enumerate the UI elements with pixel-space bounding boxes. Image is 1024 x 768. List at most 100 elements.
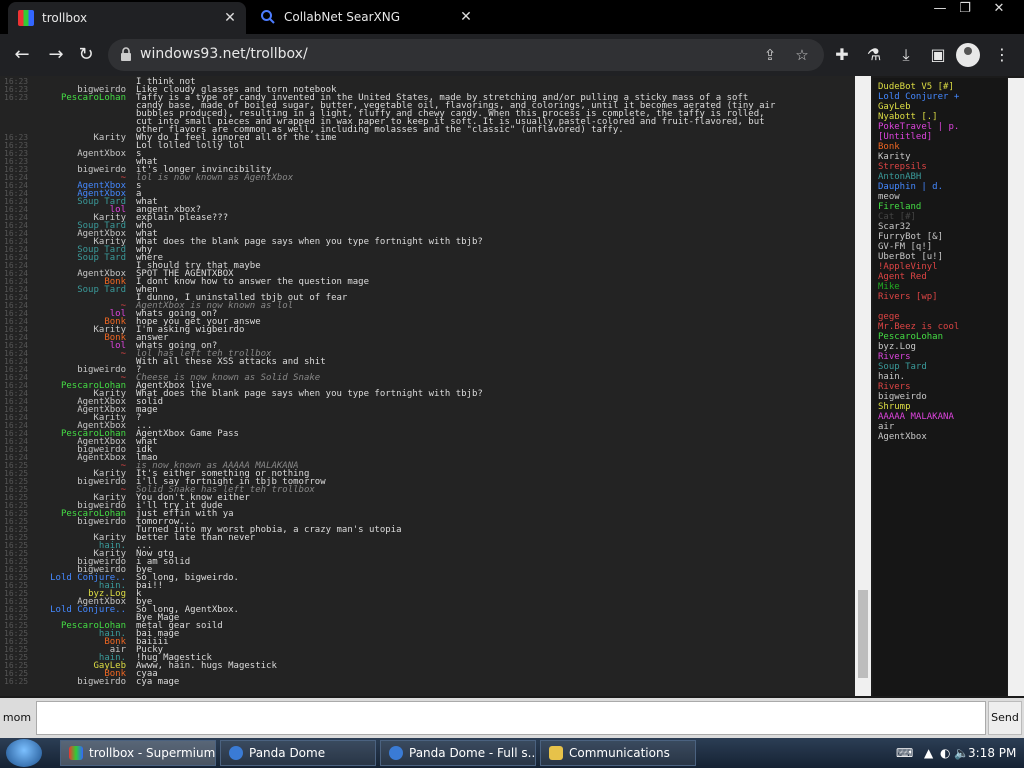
reload-icon[interactable]: ↻ [74, 43, 98, 67]
message-nick[interactable]: AgentXbox [77, 150, 126, 159]
menu-kebab-icon[interactable]: ⋮ [990, 43, 1014, 67]
user-list-item[interactable]: Scar32 [878, 222, 911, 232]
user-list-scrollbar[interactable] [1008, 78, 1024, 696]
user-list-item[interactable]: GV-FM [q!] [878, 242, 932, 252]
chat-message-row: 16:24 ~ lol has left teh trollbox [0, 350, 850, 359]
user-list-item[interactable]: air [878, 422, 894, 432]
user-list-item[interactable]: Nyabott [.] [878, 112, 938, 122]
message-text: better late than never [136, 533, 256, 543]
sidepanel-icon[interactable]: ▣ [926, 43, 950, 67]
message-input[interactable] [36, 701, 986, 735]
user-list-item[interactable]: AAAAA MALAKANA [878, 412, 954, 422]
tab-searxng[interactable]: CollabNet SearXNG ✕ [250, 0, 482, 34]
message-nick[interactable]: bigweirdo [77, 366, 126, 375]
restore-icon[interactable]: ❐ [950, 0, 980, 18]
user-list-item[interactable]: Rivers [878, 352, 911, 362]
chat-message-list[interactable]: 16:23 I think not 16:23 bigweirdo Like cloud… [0, 76, 855, 696]
user-list-item[interactable]: Soup Tard [878, 362, 927, 372]
message-nick[interactable]: Soup Tard [77, 286, 126, 295]
user-list-item[interactable]: byz.Log [878, 342, 916, 352]
message-nick[interactable]: Karity [93, 134, 126, 143]
user-list-item[interactable]: !AppleVinyl [878, 262, 938, 272]
message-nick[interactable]: bigweirdo [77, 678, 126, 687]
user-list-item[interactable]: Dauphin | d. [878, 182, 943, 192]
profile-avatar-icon[interactable] [956, 43, 980, 67]
chat-message-row: 16:23 what [0, 158, 850, 167]
task-panda-dome[interactable]: Panda Dome [220, 740, 376, 766]
user-list-item[interactable]: Cat [#] [878, 212, 916, 222]
close-window-icon[interactable]: ✕ [984, 0, 1014, 18]
trollbox-favicon-icon [18, 10, 34, 26]
user-list-item[interactable]: UberBot [u!] [878, 252, 943, 262]
message-nick[interactable]: ~ [121, 350, 126, 359]
user-list-item[interactable]: hain. [878, 372, 905, 382]
keyboard-icon[interactable]: ⌨ [896, 738, 913, 768]
user-list-item[interactable]: FurryBot [&] [878, 232, 943, 242]
user-list-item[interactable]: bigweirdo [878, 392, 927, 402]
start-button-icon[interactable] [6, 739, 42, 767]
task-communications[interactable]: Communications [540, 740, 696, 766]
user-list-item[interactable]: Karity [878, 152, 911, 162]
user-list-item[interactable]: Rivers [878, 382, 911, 392]
user-list[interactable]: DudeBot V5 [#] Lold Conjurer + GayLeb Nyabo… [873, 78, 1007, 696]
tab-trollbox[interactable]: trollbox ✕ [8, 2, 246, 34]
star-icon[interactable]: ☆ [792, 45, 812, 65]
chat-message-row: 16:24 Soup Tard why [0, 246, 850, 255]
clock[interactable]: 3:18 PM [968, 738, 1016, 768]
address-bar[interactable]: windows93.net/trollbox/ ⇪ ☆ [108, 39, 824, 71]
chat-message-row: 16:25 byz.Log k [0, 590, 850, 599]
user-list-item[interactable]: gege [878, 312, 900, 322]
task-label: Panda Dome [249, 746, 326, 760]
user-list-item[interactable]: PescaroLohan [878, 332, 943, 342]
chat-message-row: 16:25 Karity You don't know either [0, 494, 850, 503]
app-tray-icon[interactable]: ◐ [940, 738, 950, 768]
user-list-item[interactable]: Mike [878, 282, 900, 292]
chat-message-row: 16:25 Lold Conjure.. So long, bigweirdo. [0, 574, 850, 583]
user-list-item[interactable]: GayLeb [878, 102, 911, 112]
message-nick[interactable]: bigweirdo [77, 478, 126, 487]
share-icon[interactable]: ⇪ [760, 45, 780, 65]
task-trollbox[interactable]: trollbox - Supermium [60, 740, 216, 766]
message-nick[interactable]: PescaroLohan [61, 94, 126, 103]
user-list-item[interactable]: [Untitled] [878, 132, 932, 142]
nickname-button[interactable]: mom [0, 698, 34, 738]
user-list-item[interactable]: meow [878, 192, 900, 202]
message-nick[interactable]: bigweirdo [77, 166, 126, 175]
user-list-item[interactable]: Lold Conjurer + [878, 92, 959, 102]
user-list-item[interactable]: Mr.Beez is cool [878, 322, 959, 332]
user-list-item[interactable]: Shrump [878, 402, 911, 412]
forward-arrow-icon[interactable]: → [44, 43, 68, 67]
message-nick[interactable]: bigweirdo [77, 518, 126, 527]
user-list-item[interactable]: Agent Red [878, 272, 927, 282]
task-panda-dome-full[interactable]: Panda Dome - Full s... [380, 740, 536, 766]
user-list-item[interactable]: Strepsils [878, 162, 927, 172]
back-arrow-icon[interactable]: ← [10, 43, 34, 67]
chat-scrollbar[interactable] [855, 76, 871, 696]
chat-message-row: 16:25 Turned into my worst phobia, a craz… [0, 526, 850, 535]
message-nick[interactable]: Lold Conjure.. [50, 606, 126, 615]
lab-flask-icon[interactable]: ⚗ [862, 43, 886, 67]
chat-scrollbar-thumb[interactable] [858, 590, 868, 678]
user-list-item[interactable]: PokeTravel | p. [878, 122, 959, 132]
download-icon[interactable]: ⤓ [894, 43, 918, 67]
chat-message-row: 16:23 bigweirdo it's longer invincibility [0, 166, 850, 175]
close-icon[interactable]: ✕ [456, 9, 476, 25]
url-text[interactable]: windows93.net/trollbox/ [140, 46, 308, 62]
message-nick[interactable]: AgentXbox [77, 454, 126, 463]
extensions-icon[interactable]: ✚ [830, 43, 854, 67]
user-list-item[interactable]: DudeBot V5 [#] [878, 82, 954, 92]
chat-message-row: 16:25 bigweirdo i'll say fortnight in tbjb… [0, 478, 850, 487]
message-nick[interactable]: Soup Tard [77, 254, 126, 263]
user-list-item[interactable]: AntonABH [878, 172, 921, 182]
close-icon[interactable]: ✕ [220, 10, 240, 26]
chat-message-row: 16:25 ~ Solid Snake has left teh trollbox [0, 486, 850, 495]
user-list-item[interactable]: AgentXbox [878, 432, 927, 442]
user-list-item[interactable]: Bonk [878, 142, 900, 152]
send-button[interactable]: Send [988, 701, 1022, 735]
user-list-item[interactable]: Rivers [wp] [878, 292, 938, 302]
volume-icon[interactable]: 🔈 [954, 738, 969, 768]
chat-message-row: 16:24 lol angent xbox? [0, 206, 850, 215]
user-list-item[interactable]: Fireland [878, 202, 921, 212]
chat-message-row: 16:24 AgentXbox mage [0, 406, 850, 415]
tray-up-arrow-icon[interactable]: ▲ [924, 738, 933, 768]
